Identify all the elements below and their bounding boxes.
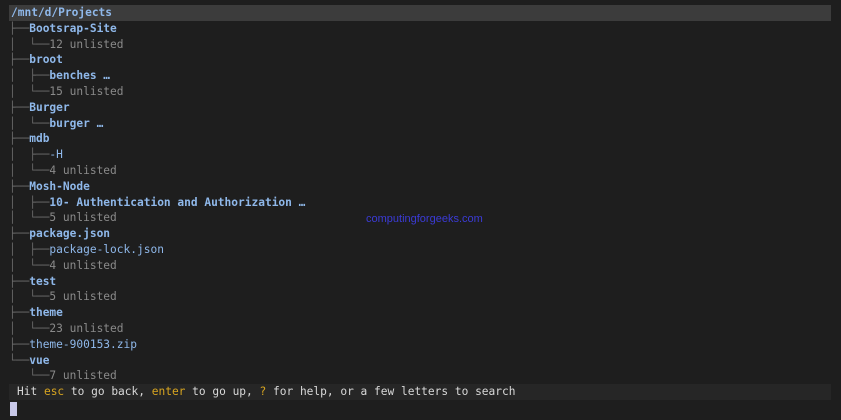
tree-branch-lines: ├── — [9, 132, 30, 146]
tree-branch-lines: │ ├── — [9, 195, 50, 209]
tree-entry[interactable]: │ ├──-H — [9, 147, 831, 163]
tree-branch-lines: ├── — [9, 53, 30, 67]
tree-branch-lines: │ └── — [9, 84, 50, 98]
tree-branch-lines: │ └── — [9, 290, 50, 304]
key-enter: enter — [151, 385, 186, 398]
tree-branch-lines: │ └── — [9, 163, 50, 177]
unlisted-count: 7 unlisted — [49, 369, 117, 383]
tree-entry[interactable]: ├──Bootsrap-Site — [9, 21, 831, 37]
tree-branch-lines: ├── — [9, 100, 30, 114]
dir-name: benches … — [49, 69, 111, 83]
file-name: -H — [49, 148, 63, 162]
tree-entry[interactable]: │ └──burger … — [9, 116, 831, 132]
broot-tree-view: /mnt/d/Projects ├──Bootsrap-Site │ └──12 … — [9, 5, 831, 384]
dir-name: package.json — [29, 227, 111, 241]
unlisted-count: 12 unlisted — [49, 37, 124, 51]
tree-branch-lines: ├── — [9, 306, 30, 320]
tree-entry[interactable]: │ ├──benches … — [9, 68, 831, 84]
unlisted-count-row: │ └──4 unlisted — [9, 258, 831, 274]
dir-name: test — [29, 274, 57, 288]
file-name: package-lock.json — [49, 242, 164, 256]
status-text: to go back, — [64, 385, 152, 398]
tree-branch-lines: │ └── — [9, 258, 50, 272]
tree-branch-lines: └── — [9, 353, 30, 367]
dir-name: burger … — [49, 116, 104, 130]
tree-branch-lines: │ ├── — [9, 69, 50, 83]
tree-branch-lines: ├── — [9, 274, 30, 288]
tree-entry[interactable]: ├──mdb — [9, 131, 831, 147]
key-esc: esc — [43, 385, 65, 398]
watermark: computingforgeeks.com — [366, 213, 483, 225]
unlisted-count-row: │ └──5 unlisted — [9, 289, 831, 305]
tree-branch-lines: │ └── — [9, 37, 50, 51]
tree-entry[interactable]: ├──theme — [9, 305, 831, 321]
tree-entry[interactable]: ├──theme-900153.zip — [9, 337, 831, 353]
tree-branch-lines: │ ├── — [9, 242, 50, 256]
tree-branch-lines: ├── — [9, 227, 30, 241]
tree-branch-lines: └── — [9, 369, 50, 383]
tree-branch-lines: │ └── — [9, 211, 50, 225]
unlisted-count-row: │ └──23 unlisted — [9, 321, 831, 337]
status-bar: Hit esc to go back, enter to go up, ? fo… — [9, 384, 831, 400]
tree-entry[interactable]: ├──Burger — [9, 100, 831, 116]
tree-entry[interactable]: │ ├──package-lock.json — [9, 242, 831, 258]
dir-name: Bootsrap-Site — [29, 21, 117, 35]
tree-branch-lines: ├── — [9, 337, 30, 351]
dir-name: broot — [29, 53, 63, 67]
tree-entry[interactable]: ├──package.json — [9, 226, 831, 242]
dir-name: mdb — [29, 132, 50, 146]
unlisted-count: 4 unlisted — [49, 163, 117, 177]
current-path-header: /mnt/d/Projects — [9, 5, 831, 21]
tree-entry[interactable]: ├──broot — [9, 52, 831, 68]
tree-branch-lines: ├── — [9, 21, 30, 35]
dir-name: vue — [29, 353, 50, 367]
unlisted-count-row: └──7 unlisted — [9, 368, 831, 384]
unlisted-count: 23 unlisted — [49, 321, 124, 335]
tree-entry[interactable]: ├──test — [9, 274, 831, 290]
file-tree: ├──Bootsrap-Site │ └──12 unlisted ├──broot… — [9, 21, 831, 384]
input-cursor[interactable] — [10, 402, 17, 416]
unlisted-count: 5 unlisted — [49, 211, 117, 225]
dir-name: theme — [29, 306, 63, 320]
dir-name: Mosh-Node — [29, 179, 90, 193]
status-text: Hit — [17, 385, 44, 398]
tree-entry[interactable]: ├──Mosh-Node — [9, 179, 831, 195]
tree-branch-lines: │ └── — [9, 321, 50, 335]
unlisted-count: 5 unlisted — [49, 290, 117, 304]
unlisted-count-row: │ └──4 unlisted — [9, 163, 831, 179]
unlisted-count-row: │ └──12 unlisted — [9, 37, 831, 53]
tree-branch-lines: ├── — [9, 179, 30, 193]
tree-branch-lines: │ └── — [9, 116, 50, 130]
unlisted-count: 4 unlisted — [49, 258, 117, 272]
unlisted-count-row: │ └──15 unlisted — [9, 84, 831, 100]
dir-name: Burger — [29, 100, 70, 114]
dir-name: 10- Authentication and Authorization … — [49, 195, 306, 209]
status-text: to go up, — [185, 385, 260, 398]
unlisted-count: 15 unlisted — [49, 84, 124, 98]
file-name: theme-900153.zip — [29, 337, 137, 351]
tree-branch-lines: │ ├── — [9, 148, 50, 162]
status-text: for help, or a few letters to search — [266, 385, 516, 398]
tree-entry[interactable]: └──vue — [9, 353, 831, 369]
tree-entry[interactable]: │ ├──10- Authentication and Authorizatio… — [9, 195, 831, 211]
